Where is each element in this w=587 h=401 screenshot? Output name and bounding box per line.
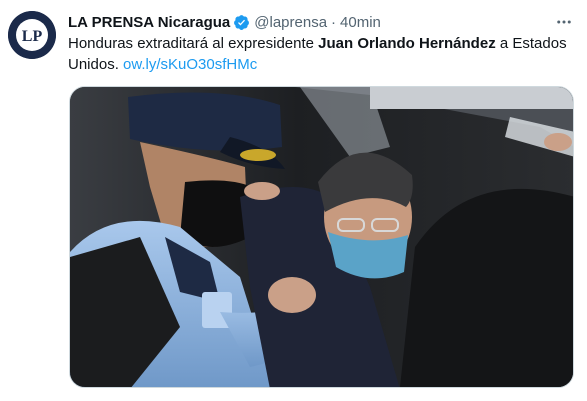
tweet-link[interactable]: ow.ly/sKuO30sfHMc: [123, 56, 257, 73]
verified-badge-icon: [233, 14, 250, 31]
tweet-timestamp[interactable]: 40min: [340, 14, 381, 31]
more-horizontal-icon[interactable]: [551, 12, 577, 32]
photo-illustration: [70, 87, 573, 387]
tweet-header: LA PRENSA Nicaragua @laprensa · 40min: [68, 12, 577, 32]
header-separator: ·: [331, 13, 337, 31]
avatar[interactable]: LP: [8, 11, 56, 59]
author-name[interactable]: LA PRENSA Nicaragua: [68, 14, 230, 31]
tweet-text: Honduras extraditará al expresidente Jua…: [68, 33, 573, 75]
tweet-photo[interactable]: [69, 86, 574, 388]
tweet-text-bold: Juan Orlando Hernández: [318, 35, 496, 52]
avatar-logo-text: LP: [22, 28, 43, 45]
tweet-text-part: Honduras extraditará al expresidente: [68, 35, 319, 52]
author-handle[interactable]: @laprensa: [254, 14, 327, 31]
tweet[interactable]: LP LA PRENSA Nicaragua @laprensa · 40min…: [0, 0, 587, 401]
